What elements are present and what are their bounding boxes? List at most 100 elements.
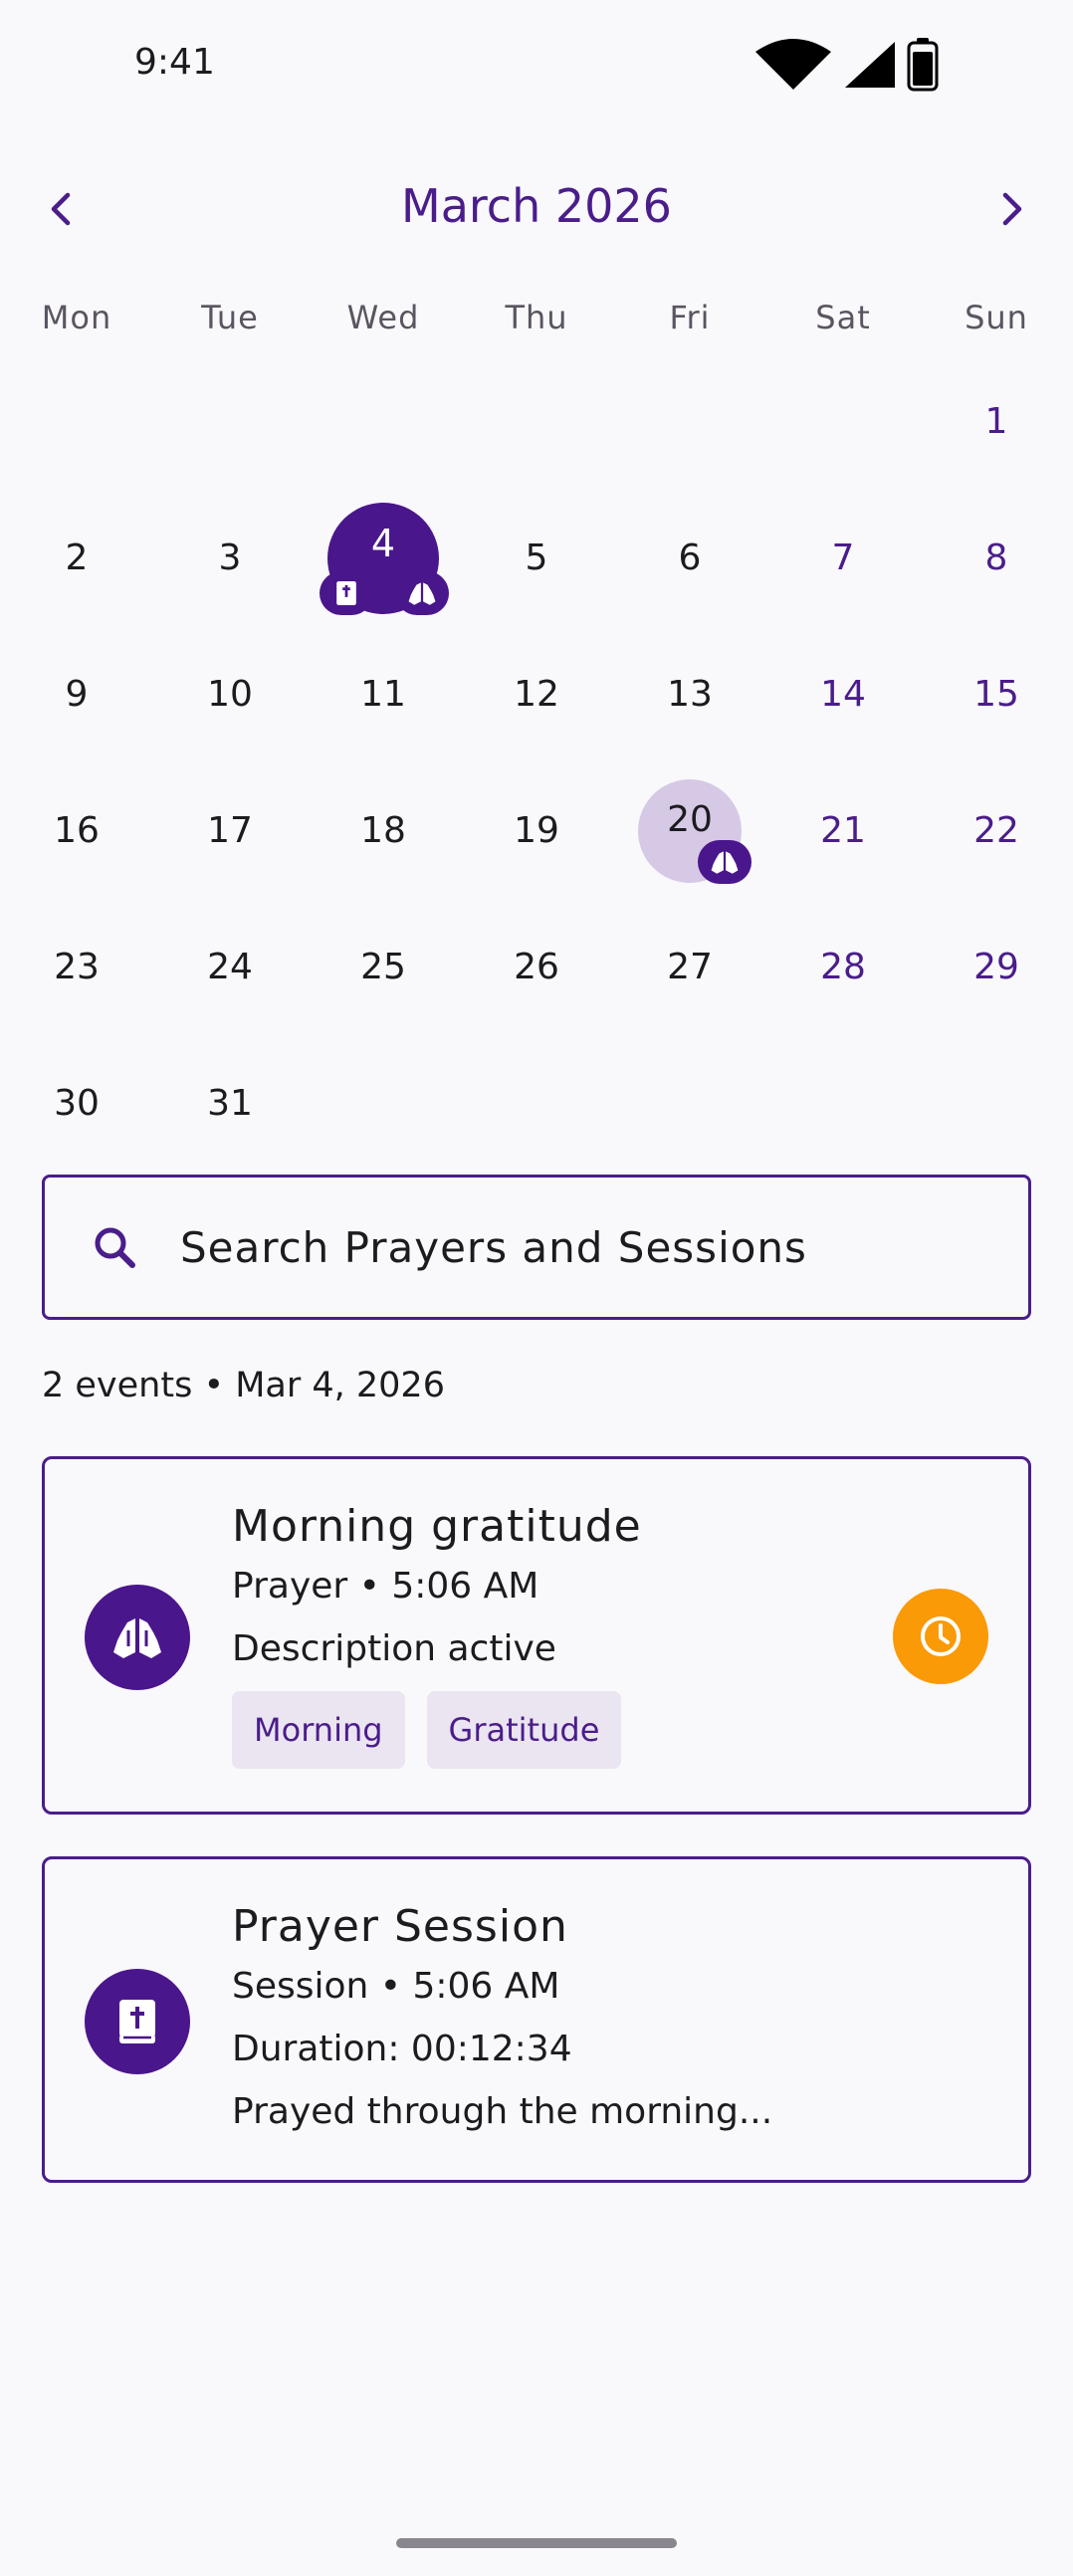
- home-indicator[interactable]: [396, 2538, 677, 2548]
- calendar-day-10[interactable]: 10: [153, 626, 307, 762]
- calendar-day-13[interactable]: 13: [613, 626, 766, 762]
- calendar-day-24[interactable]: 24: [153, 899, 307, 1035]
- calendar-week: 9 10 11 12 13 14 15: [0, 626, 1073, 762]
- next-month-button[interactable]: [981, 179, 1041, 239]
- day-number: 8: [984, 537, 1008, 578]
- day-number: 4: [370, 521, 396, 565]
- calendar-day-2[interactable]: 2: [0, 490, 153, 626]
- calendar-day-16[interactable]: 16: [0, 762, 153, 899]
- event-description: Description active: [232, 1628, 556, 1669]
- day-number: 5: [525, 537, 548, 578]
- calendar-week: 30 31: [0, 1035, 1073, 1172]
- event-notes: Prayed through the morning...: [232, 2091, 773, 2132]
- calendar-day-15[interactable]: 15: [920, 626, 1073, 762]
- day-number: 16: [54, 810, 100, 851]
- day-number: 30: [54, 1083, 100, 1124]
- day-number: 2: [65, 537, 89, 578]
- day-number: 9: [65, 674, 89, 715]
- search-bar[interactable]: [42, 1175, 1031, 1320]
- day-number: 12: [514, 674, 559, 715]
- event-details: Morning gratitude Prayer • 5:06 AM Descr…: [232, 1501, 642, 1769]
- weekday-header: Mon Tue Wed Thu Fri Sat Sun: [0, 299, 1073, 336]
- chevron-right-icon: [1002, 192, 1022, 226]
- calendar-week: 1: [0, 353, 1073, 490]
- calendar-empty-cell: [0, 353, 153, 490]
- calendar-day-25[interactable]: 25: [307, 899, 460, 1035]
- calendar-week: 23 24 25 26 27 28 29: [0, 899, 1073, 1035]
- weekday-label: Tue: [201, 299, 259, 336]
- calendar-day-20[interactable]: 20: [613, 762, 766, 899]
- calendar-empty-cell: [460, 353, 613, 490]
- day-number: 19: [514, 810, 559, 851]
- event-tags: Morning Gratitude: [232, 1691, 642, 1769]
- calendar-week: 2 3 4 5 6 7 8: [0, 490, 1073, 626]
- calendar-day-9[interactable]: 9: [0, 626, 153, 762]
- day-number: 23: [54, 947, 100, 987]
- calendar-day-6[interactable]: 6: [613, 490, 766, 626]
- weekday-label: Sun: [965, 299, 1028, 336]
- event-duration: Duration: 00:12:34: [232, 2029, 572, 2069]
- day-number: 29: [973, 947, 1019, 987]
- calendar-empty-cell: [460, 1035, 613, 1172]
- calendar-day-21[interactable]: 21: [766, 762, 920, 899]
- day-number: 24: [207, 947, 253, 987]
- weekday-label: Fri: [669, 299, 711, 336]
- calendar-empty-cell: [766, 353, 920, 490]
- tag-chip[interactable]: Gratitude: [426, 1691, 622, 1769]
- calendar-day-22[interactable]: 22: [920, 762, 1073, 899]
- reminder-button[interactable]: [893, 1589, 988, 1684]
- calendar-day-28[interactable]: 28: [766, 899, 920, 1035]
- event-details: Prayer Session Session • 5:06 AM Duratio…: [232, 1901, 772, 2154]
- calendar-day-18[interactable]: 18: [307, 762, 460, 899]
- day-number: 26: [514, 947, 559, 987]
- calendar-day-26[interactable]: 26: [460, 899, 613, 1035]
- search-icon: [85, 1217, 144, 1277]
- calendar-header: March 2026: [0, 169, 1073, 249]
- calendar-day-17[interactable]: 17: [153, 762, 307, 899]
- calendar-week: 16 17 18 19 20 21 22: [0, 762, 1073, 899]
- event-card[interactable]: Prayer Session Session • 5:06 AM Duratio…: [42, 1856, 1031, 2183]
- clock-icon: [921, 1616, 961, 1656]
- calendar-day-8[interactable]: 8: [920, 490, 1073, 626]
- calendar-day-11[interactable]: 11: [307, 626, 460, 762]
- calendar-day-31[interactable]: 31: [153, 1035, 307, 1172]
- praying-hands-icon: [698, 840, 751, 884]
- event-title: Morning gratitude: [232, 1501, 642, 1552]
- day-number: 3: [218, 537, 242, 578]
- day-number: 10: [207, 674, 253, 715]
- calendar-day-14[interactable]: 14: [766, 626, 920, 762]
- calendar-day-19[interactable]: 19: [460, 762, 613, 899]
- day-number: 1: [984, 401, 1008, 442]
- calendar-day-23[interactable]: 23: [0, 899, 153, 1035]
- day-number: 15: [973, 674, 1019, 715]
- calendar-empty-cell: [153, 353, 307, 490]
- calendar-day-3[interactable]: 3: [153, 490, 307, 626]
- search-input[interactable]: [180, 1222, 976, 1272]
- calendar-day-5[interactable]: 5: [460, 490, 613, 626]
- tag-chip[interactable]: Morning: [232, 1691, 405, 1769]
- day-number: 18: [360, 810, 406, 851]
- battery-icon: [907, 38, 939, 92]
- calendar-day-27[interactable]: 27: [613, 899, 766, 1035]
- bible-icon: [85, 1969, 190, 2074]
- event-card[interactable]: Morning gratitude Prayer • 5:06 AM Descr…: [42, 1456, 1031, 1815]
- day-number: 22: [973, 810, 1019, 851]
- weekday-label: Sat: [815, 299, 871, 336]
- calendar-empty-cell: [920, 1035, 1073, 1172]
- calendar-day-29[interactable]: 29: [920, 899, 1073, 1035]
- day-number: 13: [667, 674, 713, 715]
- event-type-time: Prayer • 5:06 AM: [232, 1566, 539, 1607]
- bible-icon: [320, 571, 373, 615]
- calendar-day-7[interactable]: 7: [766, 490, 920, 626]
- day-number: 25: [360, 947, 406, 987]
- day-number: 7: [831, 537, 855, 578]
- calendar-day-12[interactable]: 12: [460, 626, 613, 762]
- day-number: 6: [678, 537, 702, 578]
- cellular-signal-icon: [845, 42, 895, 88]
- calendar-day-1[interactable]: 1: [920, 353, 1073, 490]
- status-time: 9:41: [134, 42, 215, 83]
- calendar-day-4[interactable]: 4: [307, 490, 460, 626]
- calendar-day-30[interactable]: 30: [0, 1035, 153, 1172]
- weekday-label: Wed: [346, 299, 420, 336]
- day-number: 28: [820, 947, 866, 987]
